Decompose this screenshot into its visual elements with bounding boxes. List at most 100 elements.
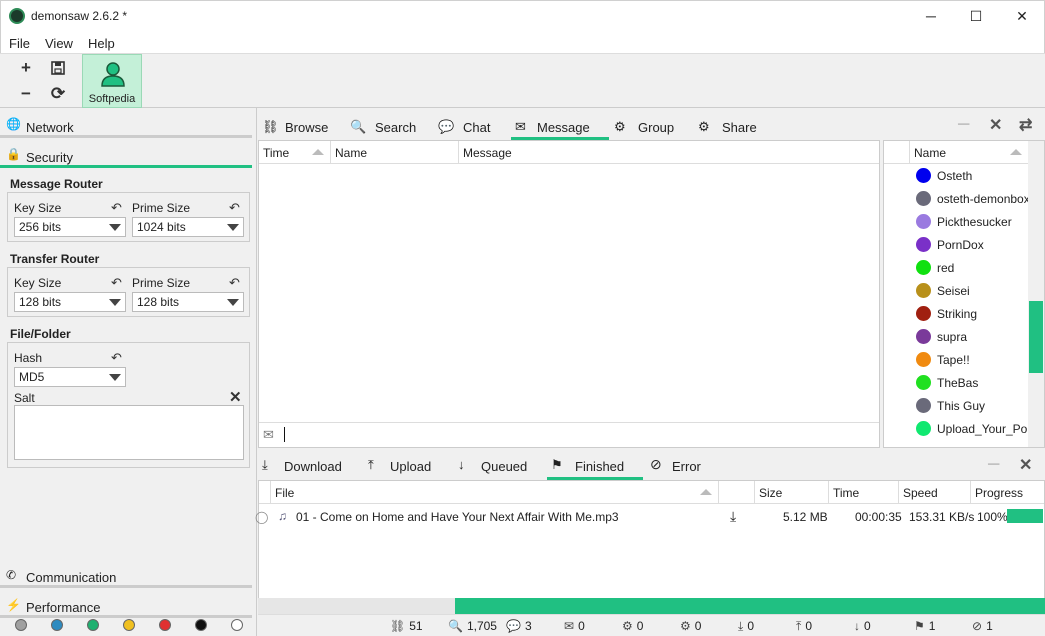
tab-message[interactable]: ✉ Message bbox=[511, 108, 609, 140]
key-size-select[interactable]: 256 bits bbox=[14, 217, 126, 237]
col-message[interactable]: Message bbox=[459, 141, 879, 164]
user-color-dot bbox=[916, 168, 931, 183]
section-security[interactable]: 🔒 Security bbox=[0, 138, 252, 168]
upload-icon: ⤒ bbox=[368, 457, 374, 472]
tab-finished[interactable]: ⚑ Finished bbox=[547, 450, 643, 480]
minimize-button[interactable]: ─ bbox=[908, 1, 954, 31]
tab-group[interactable]: ⚙ Group bbox=[610, 108, 685, 140]
tab-browse[interactable]: ⛓ Browse bbox=[258, 108, 336, 140]
key-size-select[interactable]: 128 bits bbox=[14, 292, 126, 312]
col-user-name[interactable]: Name bbox=[910, 141, 1028, 164]
color-dot[interactable] bbox=[195, 619, 207, 631]
tab-queued[interactable]: ↓ Queued bbox=[454, 450, 534, 480]
section-communication[interactable]: ✆ Communication bbox=[0, 558, 252, 588]
color-dot[interactable] bbox=[51, 619, 63, 631]
undo-icon[interactable]: ↶ bbox=[111, 275, 122, 291]
tab-search[interactable]: 🔍 Search bbox=[346, 108, 426, 140]
color-dot[interactable] bbox=[87, 619, 99, 631]
close-panel-icon[interactable]: ✕ bbox=[989, 115, 1002, 135]
status-bar: ⛓ 51 🔍 1,705 💬 3 ✉ 0 ⚙ 0 ⚙ 0 ⤓ 0 ⤒ 0 ↓ 0 ⚑ 1 ⊘ 1 bbox=[258, 614, 1045, 636]
main-tabs: ⛓ Browse 🔍 Search 💬 Chat ✉ Message ⚙ Gro… bbox=[258, 108, 1045, 140]
col-file[interactable]: File bbox=[271, 481, 719, 504]
chevron-down-icon bbox=[227, 299, 239, 306]
save-icon[interactable] bbox=[46, 56, 70, 80]
menu-view[interactable]: View bbox=[45, 36, 73, 51]
refresh-icon[interactable]: ⟳ bbox=[46, 82, 70, 106]
undo-icon[interactable]: ↶ bbox=[229, 275, 240, 291]
status-routers-value: 51 bbox=[409, 619, 423, 633]
tab-error-label: Error bbox=[672, 459, 701, 474]
col-status[interactable] bbox=[259, 481, 271, 504]
file-name: 01 - Come on Home and Have Your Next Aff… bbox=[296, 510, 619, 524]
close-panel-icon[interactable]: ✕ bbox=[1019, 455, 1032, 475]
sort-asc-icon bbox=[700, 489, 712, 495]
col-time[interactable]: Time bbox=[259, 141, 331, 164]
user-list-item[interactable]: Tape!! bbox=[914, 349, 1034, 371]
user-list-item[interactable]: Pickthesucker bbox=[914, 211, 1034, 233]
color-dot[interactable] bbox=[123, 619, 135, 631]
maximize-button[interactable]: ☐ bbox=[953, 1, 999, 31]
user-list-item[interactable]: TheBas bbox=[914, 372, 1034, 394]
menu-file[interactable]: File bbox=[9, 36, 30, 51]
col-speed[interactable]: Speed bbox=[899, 481, 971, 504]
status-errors: ⊘ 1 bbox=[972, 619, 993, 633]
user-list-item[interactable]: Osteth bbox=[914, 165, 1034, 187]
add-icon[interactable]: + bbox=[14, 56, 38, 80]
tab-upload[interactable]: ⤒ Upload bbox=[364, 450, 444, 480]
scrollbar[interactable] bbox=[1028, 141, 1044, 447]
chevron-down-icon bbox=[227, 224, 239, 231]
section-network[interactable]: 🌐 Network bbox=[0, 108, 252, 138]
tab-error[interactable]: ⊘ Error bbox=[646, 450, 716, 480]
tab-search-label: Search bbox=[375, 120, 417, 135]
refresh-panel-icon[interactable]: ⇄ bbox=[1019, 115, 1032, 135]
hash-label: Hash bbox=[14, 351, 43, 365]
color-dot[interactable] bbox=[231, 619, 243, 631]
undo-icon[interactable]: ↶ bbox=[229, 200, 240, 216]
file-folder-group: Hash ↶ MD5 Salt ✕ bbox=[7, 342, 250, 468]
transfer-router-group: Key Size ↶ Prime Size ↶ 128 bits 128 bit… bbox=[7, 267, 250, 317]
message-input[interactable]: ✉ bbox=[259, 422, 879, 447]
table-row[interactable]: ◯ ♫ 01 - Come on Home and Have Your Next… bbox=[255, 505, 1044, 527]
tab-share[interactable]: ⚙ Share bbox=[694, 108, 764, 140]
close-button[interactable]: ✕ bbox=[999, 1, 1045, 31]
profile-button[interactable]: Softpedia bbox=[82, 54, 142, 108]
user-color-dot bbox=[916, 237, 931, 252]
col-action[interactable] bbox=[719, 481, 755, 504]
undo-icon[interactable]: ↶ bbox=[111, 200, 122, 216]
status-messages-value: 0 bbox=[578, 619, 585, 633]
color-dot[interactable] bbox=[159, 619, 171, 631]
menu-help[interactable]: Help bbox=[88, 36, 115, 51]
salt-input[interactable] bbox=[14, 405, 244, 460]
hash-select[interactable]: MD5 bbox=[14, 367, 126, 387]
col-size[interactable]: Size bbox=[755, 481, 829, 504]
minimize-panel-icon[interactable]: ─ bbox=[958, 116, 969, 134]
clear-icon[interactable]: ✕ bbox=[229, 388, 242, 406]
user-list-item[interactable]: Seisei bbox=[914, 280, 1034, 302]
undo-icon[interactable]: ↶ bbox=[111, 350, 122, 366]
tab-chat[interactable]: 💬 Chat bbox=[434, 108, 504, 140]
user-list-item[interactable]: supra bbox=[914, 326, 1034, 348]
user-list-item[interactable]: This Guy bbox=[914, 395, 1034, 417]
tab-group-label: Group bbox=[638, 120, 675, 135]
remove-icon[interactable]: − bbox=[14, 82, 38, 106]
col-time[interactable]: Time bbox=[829, 481, 899, 504]
user-list-item[interactable]: Striking bbox=[914, 303, 1034, 325]
user-list-item[interactable]: osteth-demonbox bbox=[914, 188, 1034, 210]
download-icon[interactable]: ⤓ bbox=[730, 508, 736, 525]
scrollbar-thumb[interactable] bbox=[1029, 301, 1043, 373]
minimize-panel-icon[interactable]: ─ bbox=[988, 456, 999, 474]
prime-size-select[interactable]: 128 bits bbox=[132, 292, 244, 312]
user-name: Striking bbox=[937, 307, 978, 321]
color-dot[interactable] bbox=[15, 619, 27, 631]
file-speed: 153.31 KB/s bbox=[909, 510, 975, 524]
col-progress[interactable]: Progress bbox=[971, 481, 1044, 504]
user-list-item[interactable]: PornDox bbox=[914, 234, 1034, 256]
prime-size-select[interactable]: 1024 bits bbox=[132, 217, 244, 237]
user-color-dot bbox=[916, 421, 931, 436]
col-color[interactable] bbox=[884, 141, 910, 164]
user-list-item[interactable]: Upload_Your_Porn bbox=[914, 418, 1034, 440]
user-list-item[interactable]: red bbox=[914, 257, 1034, 279]
tab-download[interactable]: ⤓ Download bbox=[258, 450, 350, 480]
file-time: 00:00:35 bbox=[855, 510, 902, 524]
col-name[interactable]: Name bbox=[331, 141, 459, 164]
